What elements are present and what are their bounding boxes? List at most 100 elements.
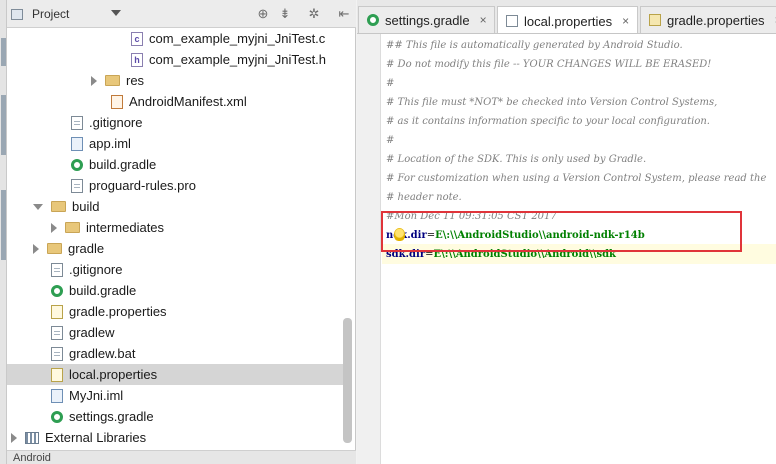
tree-item[interactable]: MyJni.iml (7, 385, 343, 406)
c-file-icon: c (131, 31, 143, 46)
folder-icon (47, 243, 62, 254)
collapse-all-icon[interactable]: ⇟ (278, 6, 292, 21)
folder-icon (51, 201, 66, 212)
annotation-highlight-box (381, 211, 742, 252)
expand-arrow-icon[interactable] (11, 432, 17, 443)
collapse-arrow-icon[interactable] (33, 203, 43, 210)
code-line: # For customization when using a Version… (386, 173, 767, 184)
project-panel: Project ⊕ ⇟ ✲ ⇤ c com_example_myjni_JniT… (7, 0, 356, 464)
close-icon[interactable]: × (480, 13, 487, 27)
code-line: # as it contains information specific to… (386, 116, 710, 127)
tree-item-label: com_example_myjni_JniTest.h (149, 52, 327, 67)
tree-item-label: res (126, 73, 145, 88)
editor-tab-bar: settings.gradle × local.properties × gra… (357, 0, 776, 34)
tab-label: gradle.properties (667, 12, 765, 28)
tab-gradle-properties[interactable]: gradle.properties × (640, 6, 776, 33)
tree-item[interactable]: build.gradle (7, 280, 343, 301)
tree-item-label: build (72, 199, 100, 214)
properties-file-icon (506, 15, 518, 27)
xml-file-icon (111, 94, 123, 109)
tab-label: local.properties (524, 13, 613, 29)
properties-file-icon (51, 304, 63, 319)
tree-item[interactable]: settings.gradle (7, 406, 343, 427)
tree-item-label: com_example_myjni_JniTest.c (149, 31, 326, 46)
tree-item[interactable]: intermediates (7, 217, 343, 238)
file-icon (51, 325, 63, 340)
tree-item-label: app.iml (89, 136, 131, 151)
tree-item[interactable]: c com_example_myjni_JniTest.c (7, 28, 343, 49)
project-view-icon (11, 8, 23, 20)
close-icon[interactable]: × (622, 14, 629, 28)
code-line: # Do not modify this file -- YOUR CHANGE… (386, 59, 712, 70)
expand-arrow-icon[interactable] (33, 243, 39, 254)
tree-item[interactable]: gradlew.bat (7, 343, 343, 364)
tree-item[interactable]: gradlew (7, 322, 343, 343)
tree-item[interactable]: .gitignore (7, 259, 343, 280)
locate-file-icon[interactable]: ⊕ (256, 6, 270, 21)
tree-item[interactable]: app.iml (7, 133, 343, 154)
left-tool-strip (0, 0, 7, 464)
lightbulb-icon[interactable] (394, 228, 405, 241)
tree-item[interactable]: proguard-rules.pro (7, 175, 343, 196)
hide-panel-icon[interactable]: ⇤ (337, 6, 351, 21)
tree-item[interactable]: build (7, 196, 343, 217)
tree-item[interactable]: .gitignore (7, 112, 343, 133)
file-icon (71, 115, 83, 130)
tree-item-label: AndroidManifest.xml (129, 94, 247, 109)
chevron-down-icon (111, 10, 121, 16)
tree-item-label: External Libraries (45, 430, 147, 445)
tree-item-label: settings.gradle (69, 409, 154, 424)
expand-arrow-icon[interactable] (91, 75, 97, 86)
project-view-selector[interactable]: Project (11, 5, 121, 23)
tree-item-label: local.properties (69, 367, 158, 382)
tree-item-selected[interactable]: local.properties (7, 364, 343, 385)
tree-item-label: intermediates (86, 220, 165, 235)
file-icon (71, 178, 83, 193)
tree-item[interactable]: res (7, 70, 343, 91)
tab-local-properties[interactable]: local.properties × (497, 6, 638, 33)
code-line: # This file must *NOT* be checked into V… (386, 97, 718, 108)
android-view-tab[interactable]: Android (7, 450, 356, 464)
gradle-properties-icon (649, 14, 661, 26)
tab-settings-gradle[interactable]: settings.gradle × (358, 6, 495, 33)
code-line: # header note. (386, 192, 462, 203)
tree-item-label: gradle.properties (69, 304, 167, 319)
folder-icon (65, 222, 80, 233)
library-icon (25, 431, 39, 444)
expand-arrow-icon[interactable] (51, 222, 57, 233)
tool-window-tab-structure[interactable] (1, 95, 6, 155)
iml-file-icon (71, 136, 83, 151)
gradle-icon (71, 158, 83, 171)
tree-item-label: proguard-rules.pro (89, 178, 196, 193)
tree-item[interactable]: AndroidManifest.xml (7, 91, 343, 112)
tree-scrollbar[interactable] (343, 318, 352, 443)
folder-icon (105, 75, 120, 86)
file-icon (51, 346, 63, 361)
tree-item-label: gradle (68, 241, 105, 256)
tree-item-label: .gitignore (89, 115, 143, 130)
tree-item[interactable]: h com_example_myjni_JniTest.h (7, 49, 343, 70)
properties-file-icon (51, 367, 63, 382)
tree-item-label: build.gradle (89, 157, 157, 172)
gradle-icon (367, 14, 379, 26)
project-panel-header: Project ⊕ ⇟ ✲ ⇤ (7, 0, 356, 28)
c-header-icon: h (131, 52, 143, 67)
tree-item[interactable]: gradle.properties (7, 301, 343, 322)
project-view-label: Project (32, 7, 70, 21)
tool-window-tab-favorites[interactable] (1, 190, 6, 260)
project-tree: c com_example_myjni_JniTest.c h com_exam… (7, 28, 343, 458)
gradle-icon (51, 284, 63, 297)
gear-icon[interactable]: ✲ (307, 6, 321, 21)
tree-item[interactable]: gradle (7, 238, 343, 259)
code-line: # Location of the SDK. This is only used… (386, 154, 647, 165)
code-line: ## This file is automatically generated … (386, 40, 683, 51)
tree-item[interactable]: build.gradle (7, 154, 343, 175)
editor-gutter[interactable] (357, 34, 381, 464)
tab-label: settings.gradle (385, 12, 470, 28)
code-line: # (386, 78, 395, 89)
tool-window-tab-captures[interactable] (1, 38, 6, 66)
tree-item-label: .gitignore (69, 262, 123, 277)
tree-item-label: build.gradle (69, 283, 137, 298)
tree-item-label: gradlew.bat (69, 346, 136, 361)
tree-item[interactable]: External Libraries (7, 427, 343, 448)
